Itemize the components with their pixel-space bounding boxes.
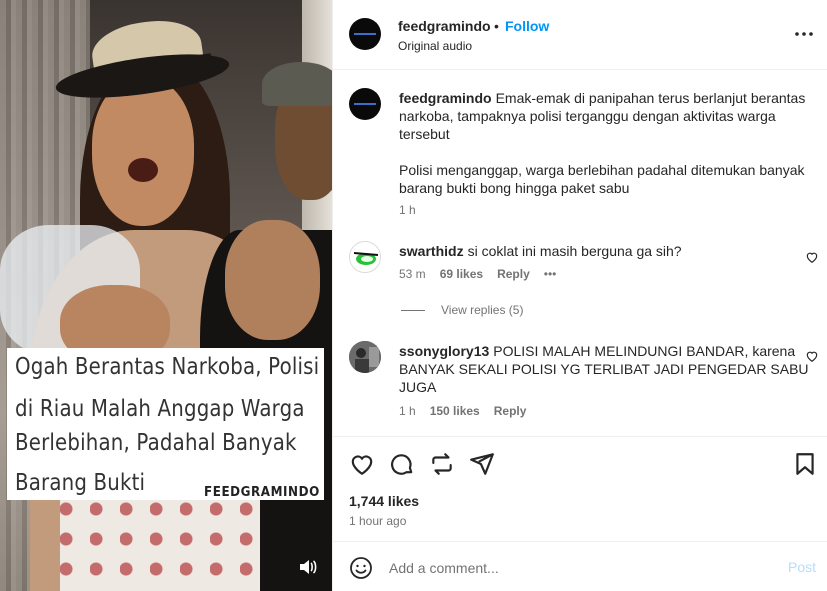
- follow-button[interactable]: Follow: [505, 18, 549, 34]
- media-caption-line: Barang Bukti: [15, 470, 146, 496]
- media-caption-line: Ogah Berantas Narkoba, Polisi: [15, 354, 320, 380]
- media-brand-watermark: FEEDGRAMINDO: [204, 485, 320, 500]
- post-likes-count[interactable]: 1,744 likes: [349, 493, 419, 509]
- video-frame: [0, 0, 332, 591]
- author-avatar[interactable]: [349, 18, 381, 50]
- original-audio-link[interactable]: Original audio: [398, 39, 472, 53]
- replies-line: [401, 309, 425, 311]
- view-replies-label[interactable]: View replies (5): [441, 303, 523, 317]
- comment-username[interactable]: ssonyglory13: [399, 343, 489, 359]
- emoji-icon[interactable]: [349, 556, 373, 580]
- post-media[interactable]: Ogah Berantas Narkoba, Polisi di Riau Ma…: [0, 0, 332, 591]
- comment-meta: 1 h 150 likes Reply: [399, 404, 526, 418]
- raised-hand: [225, 220, 320, 340]
- comment-reply-button[interactable]: Reply: [494, 404, 527, 418]
- commenter-avatar[interactable]: [349, 241, 381, 273]
- bookmark-icon[interactable]: [792, 451, 818, 477]
- heart-icon[interactable]: [349, 451, 375, 477]
- comment-meta: 53 m 69 likes Reply •••: [399, 267, 556, 281]
- comment-like-heart-icon[interactable]: [805, 250, 819, 264]
- share-icon[interactable]: [469, 451, 495, 477]
- post-header: feedgramindo • Follow Original audio: [333, 0, 827, 70]
- author-username[interactable]: feedgramindo: [398, 18, 491, 34]
- repost-icon[interactable]: [429, 451, 455, 477]
- comment-icon[interactable]: [389, 451, 415, 477]
- woman-face: [92, 78, 194, 226]
- comment-likes[interactable]: 69 likes: [440, 267, 483, 281]
- comment-username[interactable]: swarthidz: [399, 243, 464, 259]
- man-cap: [262, 62, 332, 106]
- more-options-icon[interactable]: [792, 22, 816, 46]
- comment-time[interactable]: 53 m: [399, 267, 426, 281]
- comments-section[interactable]: feedgramindo Emak-emak di panipahan terus…: [333, 70, 827, 436]
- post-timestamp[interactable]: 1 hour ago: [349, 514, 406, 528]
- caption-text-second: Polisi menganggap, warga berlebihan pada…: [399, 162, 805, 196]
- caption-author-avatar[interactable]: [349, 88, 381, 120]
- comment-like-heart-icon[interactable]: [805, 349, 819, 363]
- media-caption-line: di Riau Malah Anggap Warga: [15, 396, 305, 422]
- post-comment-button[interactable]: Post: [788, 559, 816, 575]
- woman-mouth: [128, 158, 158, 182]
- caption-time[interactable]: 1 h: [399, 203, 416, 217]
- add-comment-bar: Post: [333, 541, 827, 591]
- post-caption: feedgramindo Emak-emak di panipahan terus…: [399, 89, 809, 143]
- view-replies-button[interactable]: View replies (5): [401, 303, 523, 317]
- comment: ssonyglory13 POLISI MALAH MELINDUNGI BAND…: [399, 342, 809, 396]
- media-caption-line: Berlebihan, Padahal Banyak: [15, 430, 297, 456]
- speaker-icon[interactable]: [296, 556, 318, 578]
- comment-text: si coklat ini masih berguna ga sih?: [467, 243, 682, 259]
- post-sidebar: feedgramindo • Follow Original audio fee…: [332, 0, 827, 591]
- comment-time[interactable]: 1 h: [399, 404, 416, 418]
- caption-meta: 1 h: [399, 203, 416, 217]
- caption-username[interactable]: feedgramindo: [399, 90, 492, 106]
- commenter-avatar[interactable]: [349, 341, 381, 373]
- comment-likes[interactable]: 150 likes: [430, 404, 480, 418]
- comment: swarthidz si coklat ini masih berguna ga …: [399, 242, 809, 260]
- separator-dot: •: [494, 18, 499, 34]
- comment-input[interactable]: [389, 556, 769, 580]
- post-actions: 1,744 likes 1 hour ago: [333, 436, 827, 541]
- comment-more-button[interactable]: •••: [544, 267, 557, 281]
- comment-reply-button[interactable]: Reply: [497, 267, 530, 281]
